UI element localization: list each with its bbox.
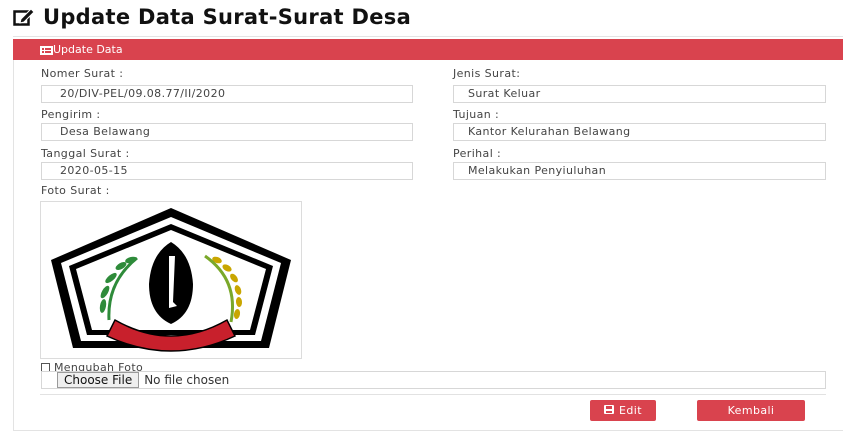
pengirim-field[interactable]: Desa Belawang <box>41 123 413 141</box>
nomer-surat-field[interactable]: 20/DIV-PEL/09.08.77/II/2020 <box>41 85 413 103</box>
title-divider <box>13 36 843 37</box>
list-icon <box>40 45 53 58</box>
edit-button-label: Edit <box>619 404 642 417</box>
tujuan-label: Tujuan : <box>453 108 500 121</box>
back-button[interactable]: Kembali <box>697 400 805 421</box>
edit-icon <box>13 7 35 27</box>
back-button-label: Kembali <box>727 404 775 417</box>
panel-title: Update Data <box>53 43 123 56</box>
jenis-surat-label: Jenis Surat: <box>453 67 521 80</box>
save-icon <box>604 404 615 417</box>
village-emblem <box>51 208 291 352</box>
tanggal-surat-label: Tanggal Surat : <box>41 147 130 160</box>
file-input[interactable]: Choose File No file chosen <box>41 371 826 389</box>
page-title: Update Data Surat-Surat Desa <box>13 5 411 29</box>
letter-photo <box>40 201 302 359</box>
nomer-surat-label: Nomer Surat : <box>41 67 124 80</box>
jenis-surat-field[interactable]: Surat Keluar <box>453 85 826 103</box>
panel-header: Update Data <box>13 39 843 60</box>
perihal-label: Perihal : <box>453 147 502 160</box>
perihal-field[interactable]: Melakukan Penyiuluhan <box>453 162 826 180</box>
form-divider <box>40 394 826 395</box>
edit-button[interactable]: Edit <box>590 400 656 421</box>
pengirim-label: Pengirim : <box>41 108 101 121</box>
foto-surat-label: Foto Surat : <box>41 184 110 197</box>
tujuan-field[interactable]: Kantor Kelurahan Belawang <box>453 123 826 141</box>
choose-file-button[interactable]: Choose File <box>57 372 140 388</box>
tanggal-surat-field[interactable]: 2020-05-15 <box>41 162 413 180</box>
file-status: No file chosen <box>144 373 230 387</box>
page-title-text: Update Data Surat-Surat Desa <box>43 5 412 29</box>
